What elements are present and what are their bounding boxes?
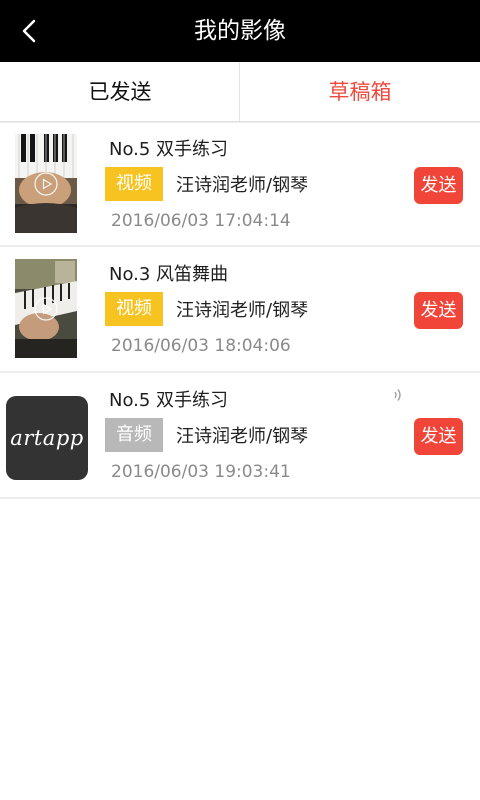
send-button[interactable]: 发送: [414, 292, 463, 329]
item-title: No.5 双手练习: [109, 139, 229, 160]
send-button[interactable]: 发送: [414, 167, 463, 204]
list-item[interactable]: No.3 风笛舞曲 视频 汪诗润老师/钢琴 2016/06/03 18:04:0…: [0, 248, 480, 373]
tab-sent[interactable]: 已发送: [0, 62, 240, 122]
media-list: No.5 双手练习 视频 汪诗润老师/钢琴 2016/06/03 17:04:1…: [0, 122, 480, 800]
play-icon: [34, 297, 58, 321]
send-button[interactable]: 发送: [414, 418, 463, 455]
artapp-logo: artapp: [10, 426, 84, 450]
sound-wave-icon: [394, 389, 401, 401]
play-icon: [34, 172, 58, 196]
list-item[interactable]: artapp No.5 双手练习 音频 汪诗润老师/钢琴 2016/06/03 …: [0, 374, 480, 499]
timestamp: 2016/06/03 17:04:14: [111, 211, 291, 231]
item-title: No.3 风笛舞曲: [109, 264, 229, 285]
item-title: No.5 双手练习: [109, 390, 229, 411]
audio-thumbnail[interactable]: artapp: [6, 396, 88, 480]
video-thumbnail[interactable]: [15, 134, 77, 233]
page-title: 我的影像: [194, 18, 286, 44]
tab-bar: 已发送 草稿箱: [0, 62, 480, 122]
teacher-label: 汪诗润老师/钢琴: [176, 426, 309, 447]
timestamp: 2016/06/03 19:03:41: [111, 462, 291, 482]
title-bar: 我的影像: [0, 0, 480, 62]
type-badge: 视频: [105, 167, 163, 201]
tab-drafts[interactable]: 草稿箱: [240, 62, 480, 122]
type-badge: 视频: [105, 292, 163, 326]
type-badge: 音频: [105, 418, 163, 452]
teacher-label: 汪诗润老师/钢琴: [176, 175, 309, 196]
teacher-label: 汪诗润老师/钢琴: [176, 300, 309, 321]
timestamp: 2016/06/03 18:04:06: [111, 336, 291, 356]
video-thumbnail[interactable]: [15, 259, 77, 358]
list-item[interactable]: No.5 双手练习 视频 汪诗润老师/钢琴 2016/06/03 17:04:1…: [0, 122, 480, 247]
